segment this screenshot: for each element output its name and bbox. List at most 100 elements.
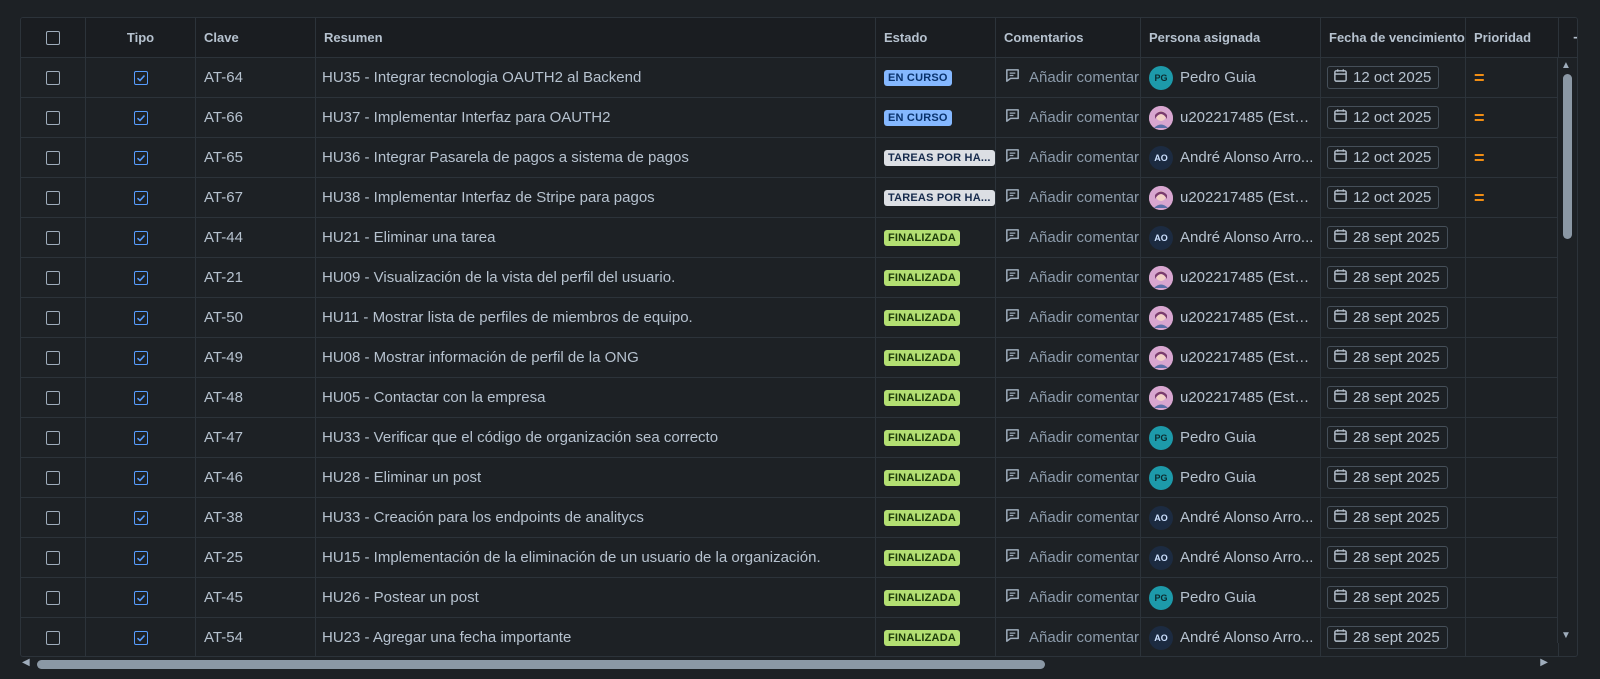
table-row[interactable]: AT-25 HU15 - Implementación de la elimina…: [21, 538, 1577, 578]
add-comment-button[interactable]: Añadir comentari: [1004, 427, 1140, 448]
priority-cell[interactable]: =: [1466, 98, 1559, 137]
issue-summary-link[interactable]: HU05 - Contactar con la empresa: [322, 389, 545, 406]
header-estado[interactable]: Estado: [876, 18, 996, 57]
due-date-lozenge[interactable]: 28 sept 2025: [1327, 226, 1448, 249]
priority-cell[interactable]: =: [1466, 138, 1559, 177]
issue-key-link[interactable]: AT-50: [204, 309, 243, 326]
issue-summary-link[interactable]: HU38 - Implementar Interfaz de Stripe pa…: [322, 189, 655, 206]
table-row[interactable]: AT-48 HU05 - Contactar con la empresa FINA…: [21, 378, 1577, 418]
row-checkbox[interactable]: [46, 550, 60, 565]
task-type-icon[interactable]: [133, 470, 148, 485]
row-checkbox[interactable]: [46, 190, 60, 205]
table-row[interactable]: AT-45 HU26 - Postear un post FINALIZADA Aña…: [21, 578, 1577, 618]
due-date-lozenge[interactable]: 28 sept 2025: [1327, 266, 1448, 289]
add-column-button[interactable]: +: [1559, 18, 1577, 57]
issue-summary-link[interactable]: HU28 - Eliminar un post: [322, 469, 481, 486]
issue-key-link[interactable]: AT-47: [204, 429, 243, 446]
task-type-icon[interactable]: [133, 70, 148, 85]
priority-cell[interactable]: [1466, 298, 1559, 337]
status-badge[interactable]: FINALIZADA: [884, 429, 960, 446]
scroll-down-arrow-icon[interactable]: ▼: [1561, 630, 1571, 641]
scroll-right-arrow-icon[interactable]: ▶: [1540, 657, 1548, 668]
table-row[interactable]: AT-49 HU08 - Mostrar información de perfi…: [21, 338, 1577, 378]
row-checkbox[interactable]: [46, 270, 60, 285]
row-checkbox[interactable]: [46, 470, 60, 485]
task-type-icon[interactable]: [133, 150, 148, 165]
assignee-cell[interactable]: AO André Alonso Arro...: [1141, 618, 1321, 656]
priority-cell[interactable]: [1466, 538, 1559, 577]
row-checkbox[interactable]: [46, 70, 60, 85]
vertical-scroll-thumb[interactable]: [1563, 74, 1572, 239]
issue-key-link[interactable]: AT-67: [204, 189, 243, 206]
task-type-icon[interactable]: [133, 510, 148, 525]
issue-summary-link[interactable]: HU11 - Mostrar lista de perfiles de miem…: [322, 309, 693, 326]
table-row[interactable]: AT-50 HU11 - Mostrar lista de perfiles de…: [21, 298, 1577, 338]
issue-summary-link[interactable]: HU36 - Integrar Pasarela de pagos a sist…: [322, 149, 689, 166]
header-clave[interactable]: Clave: [196, 18, 316, 57]
due-date-lozenge[interactable]: 28 sept 2025: [1327, 306, 1448, 329]
status-badge[interactable]: FINALIZADA: [884, 349, 960, 366]
task-type-icon[interactable]: [133, 590, 148, 605]
row-checkbox[interactable]: [46, 110, 60, 125]
table-row[interactable]: AT-38 HU33 - Creación para los endpoints …: [21, 498, 1577, 538]
add-comment-button[interactable]: Añadir comentari: [1004, 187, 1140, 208]
priority-cell[interactable]: [1466, 498, 1559, 537]
add-comment-button[interactable]: Añadir comentari: [1004, 267, 1140, 288]
header-persona-asignada[interactable]: Persona asignada: [1141, 18, 1321, 57]
status-badge[interactable]: EN CURSO: [884, 109, 952, 126]
issue-key-link[interactable]: AT-21: [204, 269, 243, 286]
issue-summary-link[interactable]: HU15 - Implementación de la eliminación …: [322, 549, 821, 566]
issue-summary-link[interactable]: HU26 - Postear un post: [322, 589, 479, 606]
horizontal-scroll-thumb[interactable]: [37, 660, 1045, 669]
scroll-up-arrow-icon[interactable]: ▲: [1561, 60, 1571, 71]
status-badge[interactable]: FINALIZADA: [884, 469, 960, 486]
add-comment-button[interactable]: Añadir comentari: [1004, 587, 1140, 608]
header-resumen[interactable]: Resumen: [316, 18, 876, 57]
status-badge[interactable]: FINALIZADA: [884, 629, 960, 646]
header-prioridad[interactable]: Prioridad: [1466, 18, 1559, 57]
issue-key-link[interactable]: AT-49: [204, 349, 243, 366]
priority-cell[interactable]: =: [1466, 58, 1559, 97]
row-checkbox[interactable]: [46, 630, 60, 645]
assignee-cell[interactable]: PG Pedro Guia: [1141, 458, 1321, 497]
add-comment-button[interactable]: Añadir comentari: [1004, 107, 1140, 128]
priority-cell[interactable]: [1466, 578, 1559, 617]
vertical-scrollbar[interactable]: ▲ ▼: [1557, 58, 1577, 643]
assignee-cell[interactable]: u202217485 (Este...: [1141, 98, 1321, 137]
assignee-cell[interactable]: PG Pedro Guia: [1141, 418, 1321, 457]
status-badge[interactable]: FINALIZADA: [884, 229, 960, 246]
task-type-icon[interactable]: [133, 270, 148, 285]
header-tipo[interactable]: Tipo: [86, 18, 196, 57]
assignee-cell[interactable]: PG Pedro Guia: [1141, 578, 1321, 617]
issue-key-link[interactable]: AT-54: [204, 629, 243, 646]
add-comment-button[interactable]: Añadir comentari: [1004, 67, 1140, 88]
scroll-left-arrow-icon[interactable]: ◀: [22, 657, 30, 668]
table-row[interactable]: AT-67 HU38 - Implementar Interfaz de Stri…: [21, 178, 1577, 218]
issue-key-link[interactable]: AT-45: [204, 589, 243, 606]
issue-key-link[interactable]: AT-66: [204, 109, 243, 126]
assignee-cell[interactable]: AO André Alonso Arro...: [1141, 218, 1321, 257]
status-badge[interactable]: FINALIZADA: [884, 509, 960, 526]
due-date-lozenge[interactable]: 28 sept 2025: [1327, 506, 1448, 529]
assignee-cell[interactable]: u202217485 (Este...: [1141, 298, 1321, 337]
due-date-lozenge[interactable]: 12 oct 2025: [1327, 106, 1440, 129]
due-date-lozenge[interactable]: 28 sept 2025: [1327, 626, 1448, 649]
assignee-cell[interactable]: AO André Alonso Arro...: [1141, 138, 1321, 177]
row-checkbox[interactable]: [46, 150, 60, 165]
issue-key-link[interactable]: AT-38: [204, 509, 243, 526]
row-checkbox[interactable]: [46, 310, 60, 325]
header-fecha-vencimiento[interactable]: Fecha de vencimiento: [1321, 18, 1466, 57]
horizontal-scrollbar[interactable]: ◀ ▶: [20, 657, 1578, 671]
table-row[interactable]: AT-66 HU37 - Implementar Interfaz para OA…: [21, 98, 1577, 138]
assignee-cell[interactable]: u202217485 (Este...: [1141, 258, 1321, 297]
status-badge[interactable]: FINALIZADA: [884, 389, 960, 406]
table-row[interactable]: AT-21 HU09 - Visualización de la vista de…: [21, 258, 1577, 298]
table-row[interactable]: AT-64 HU35 - Integrar tecnologia OAUTH2 a…: [21, 58, 1577, 98]
status-badge[interactable]: FINALIZADA: [884, 589, 960, 606]
add-comment-button[interactable]: Añadir comentari: [1004, 387, 1140, 408]
issue-summary-link[interactable]: HU35 - Integrar tecnologia OAUTH2 al Bac…: [322, 69, 641, 86]
priority-cell[interactable]: [1466, 218, 1559, 257]
issue-summary-link[interactable]: HU33 - Verificar que el código de organi…: [322, 429, 718, 446]
due-date-lozenge[interactable]: 28 sept 2025: [1327, 346, 1448, 369]
assignee-cell[interactable]: u202217485 (Este...: [1141, 338, 1321, 377]
